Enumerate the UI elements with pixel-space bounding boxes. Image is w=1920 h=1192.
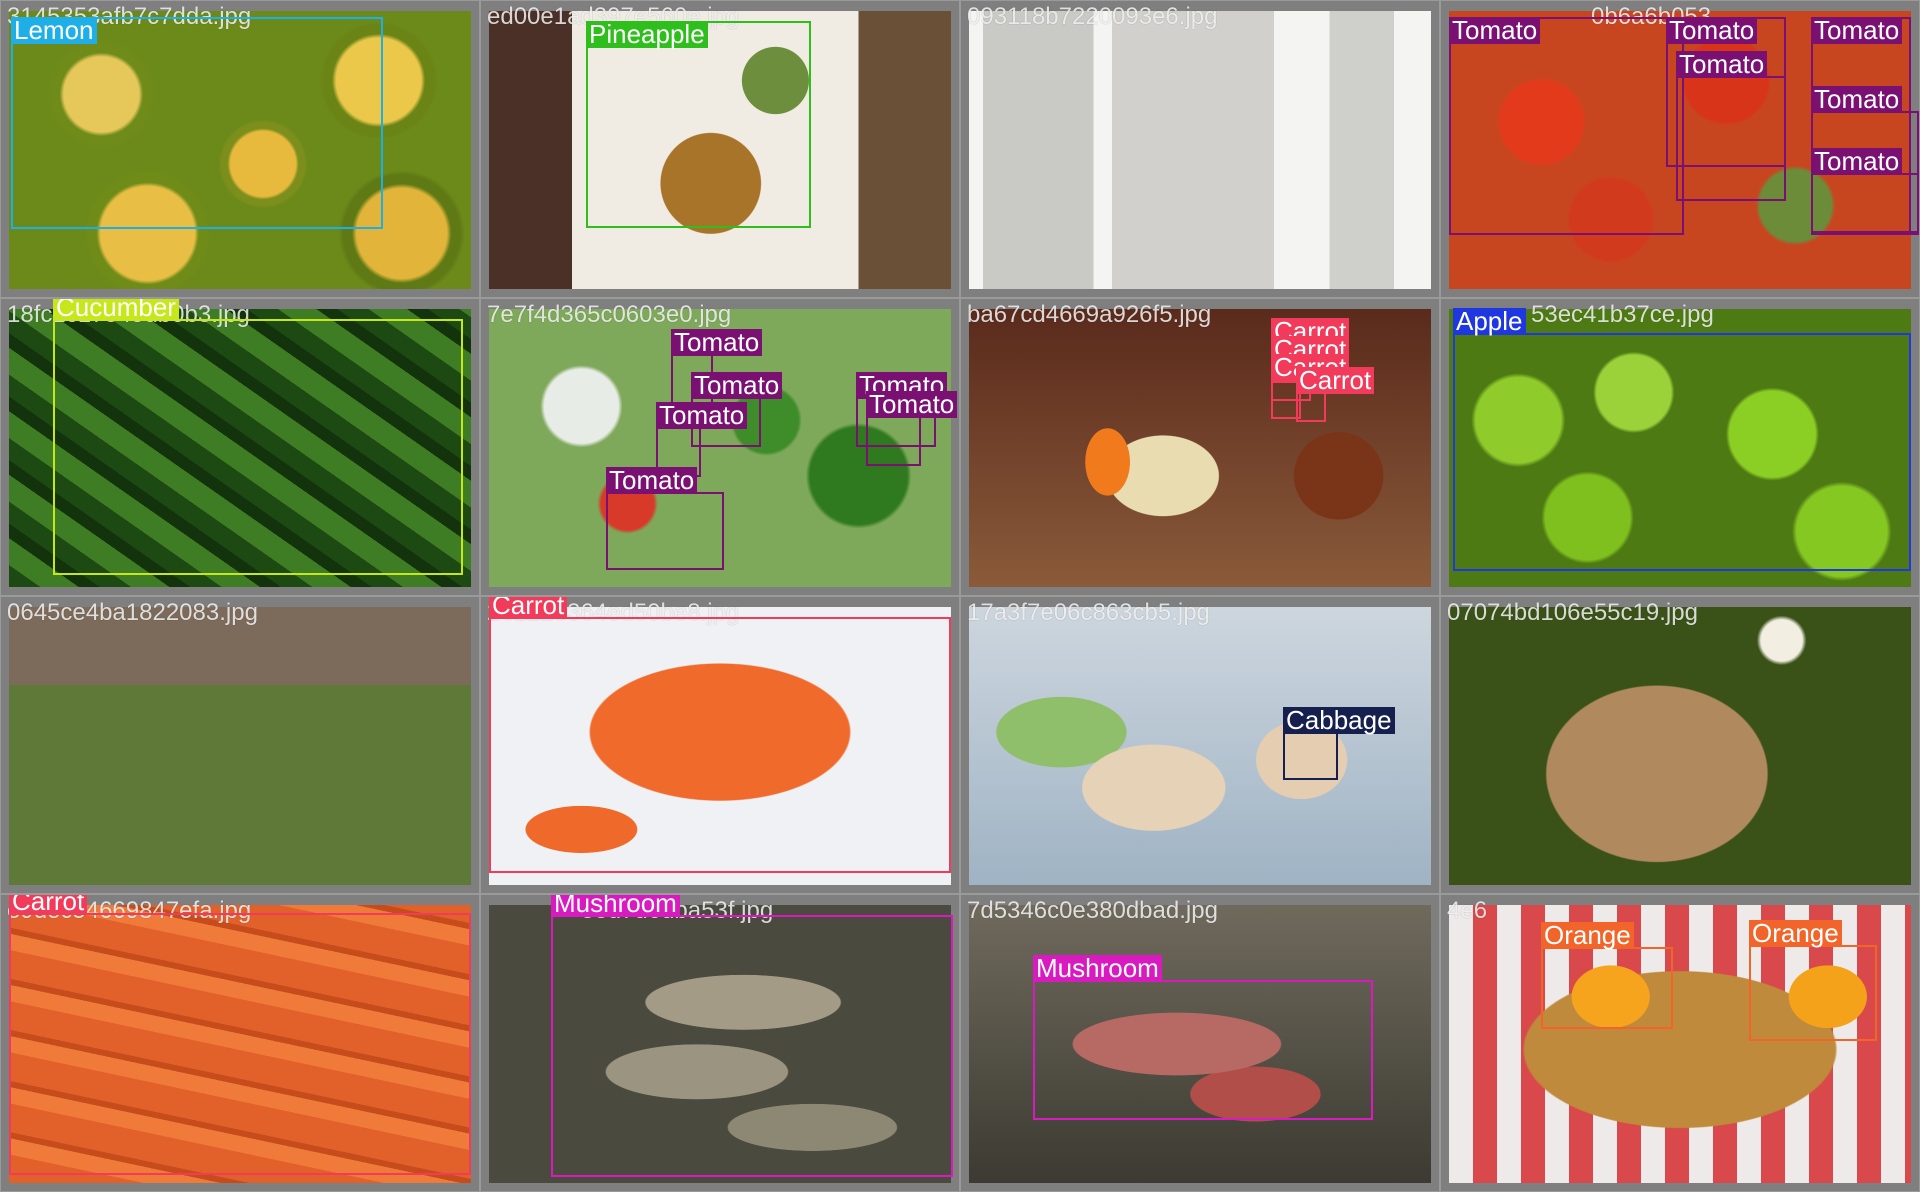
- detection-box[interactable]: Tomato: [1449, 17, 1684, 235]
- tile-filename: 17a3f7e06c863cb5.jpg: [967, 599, 1210, 626]
- detection-label: Carrot: [9, 895, 88, 915]
- tile-lemon[interactable]: 3145353afb7c7dda.jpg Lemon: [0, 0, 480, 298]
- detection-label: Mushroom: [551, 895, 680, 917]
- detection-box[interactable]: Orange: [1749, 920, 1877, 1041]
- tile-filename: 0645ce4ba1822083.jpg: [7, 599, 258, 626]
- tile-dog[interactable]: 07074bd106e55c19.jpg: [1440, 596, 1920, 894]
- tile-cucumber[interactable]: 18fc2c17349db0b3.jpg Cucumber: [0, 298, 480, 596]
- tile-apples[interactable]: 53ec41b37ce.jpg Apple: [1440, 298, 1920, 596]
- photo-organ: [969, 11, 1431, 289]
- detection-box[interactable]: Lemon: [11, 17, 383, 229]
- photo-tug-of-war: [9, 607, 471, 885]
- tile-pineapple[interactable]: ed00e1ad397e560e.jpg Pineapple: [480, 0, 960, 298]
- detection-label: Tomato: [671, 329, 763, 356]
- detection-label: Orange: [1749, 920, 1842, 947]
- tile-filename: ba67cd4669a926f5.jpg: [967, 301, 1212, 328]
- detection-label: Tomato: [866, 391, 958, 418]
- tile-filename: 4e6: [1447, 897, 1488, 924]
- detection-label: Orange: [1541, 922, 1634, 949]
- detection-box[interactable]: Carrot: [489, 597, 951, 873]
- tile-baby-carrots[interactable]: e9dec54669847efa.jpg Carrot: [0, 894, 480, 1192]
- tile-chopped-carrots[interactable]: 241225364ed50be8.jpg Carrot: [480, 596, 960, 894]
- detection-label: Tomato: [1666, 17, 1758, 44]
- detection-box[interactable]: Pineapple: [586, 21, 811, 228]
- detection-label: Apple: [1453, 308, 1526, 335]
- detection-box[interactable]: Orange: [1541, 922, 1673, 1029]
- tile-tomato-dish[interactable]: 0b6a6b053 Tomato Tomato Tomato Tomato To…: [1440, 0, 1920, 298]
- tile-filename: 07074bd106e55c19.jpg: [1447, 599, 1698, 626]
- detection-label: Lemon: [11, 17, 97, 44]
- detection-box[interactable]: Tomato: [1676, 51, 1786, 201]
- tile-wraps[interactable]: 17a3f7e06c863cb5.jpg Cabbage: [960, 596, 1440, 894]
- photo-wraps: [969, 607, 1431, 885]
- detection-label: Pineapple: [586, 21, 708, 48]
- photo-dog: [1449, 607, 1911, 885]
- detection-label: Tomato: [1449, 17, 1541, 44]
- detection-label: Carrot: [1296, 367, 1375, 394]
- tile-filename: 53ec41b37ce.jpg: [1531, 301, 1714, 328]
- tile-filename: 093118b7220093e6.jpg: [967, 3, 1218, 30]
- detection-box[interactable]: Tomato: [866, 391, 958, 466]
- detection-box[interactable]: Apple: [1453, 308, 1911, 571]
- detection-box[interactable]: Carrot: [1296, 367, 1375, 422]
- detection-label: Mushroom: [1033, 955, 1162, 982]
- detection-grid: 3145353afb7c7dda.jpg Lemon ed00e1ad397e5…: [0, 0, 1920, 1192]
- detection-label: Cucumber: [53, 299, 179, 321]
- detection-label: Tomato: [1811, 17, 1903, 44]
- tile-filename: 7d5346c0e380dbad.jpg: [967, 897, 1218, 924]
- detection-box[interactable]: Cabbage: [1283, 707, 1395, 780]
- tile-oranges[interactable]: 4e6 Orange Orange: [1440, 894, 1920, 1192]
- detection-label: Tomato: [1811, 148, 1903, 175]
- tile-salad[interactable]: 7e7f4d365c0603e0.jpg Tomato Tomato Tomat…: [480, 298, 960, 596]
- tile-organ[interactable]: 093118b7220093e6.jpg: [960, 0, 1440, 298]
- detection-label: Tomato: [606, 467, 698, 494]
- tile-bracket-fungus[interactable]: 3ed7d6dba53f.jpg Mushroom: [480, 894, 960, 1192]
- detection-box[interactable]: Mushroom: [551, 895, 953, 1177]
- detection-box[interactable]: Mushroom: [1033, 955, 1373, 1120]
- detection-label: Tomato: [656, 402, 748, 429]
- detection-label: Tomato: [1811, 86, 1903, 113]
- detection-box[interactable]: Tomato: [606, 467, 724, 570]
- detection-label: Carrot: [489, 597, 568, 619]
- detection-label: Cabbage: [1283, 707, 1395, 734]
- detection-box[interactable]: Carrot: [9, 895, 471, 1175]
- tile-tug-of-war[interactable]: 0645ce4ba1822083.jpg: [0, 596, 480, 894]
- detection-box[interactable]: Tomato: [1811, 148, 1919, 235]
- photo-lunchbox: [969, 309, 1431, 587]
- detection-label: Tomato: [691, 372, 783, 399]
- tile-lunchbox[interactable]: ba67cd4669a926f5.jpg Carrot Carrot Carro…: [960, 298, 1440, 596]
- detection-box[interactable]: Cucumber: [53, 299, 463, 575]
- detection-label: Tomato: [1676, 51, 1768, 78]
- tile-red-mushroom[interactable]: 7d5346c0e380dbad.jpg Mushroom: [960, 894, 1440, 1192]
- tile-filename: 7e7f4d365c0603e0.jpg: [487, 301, 732, 328]
